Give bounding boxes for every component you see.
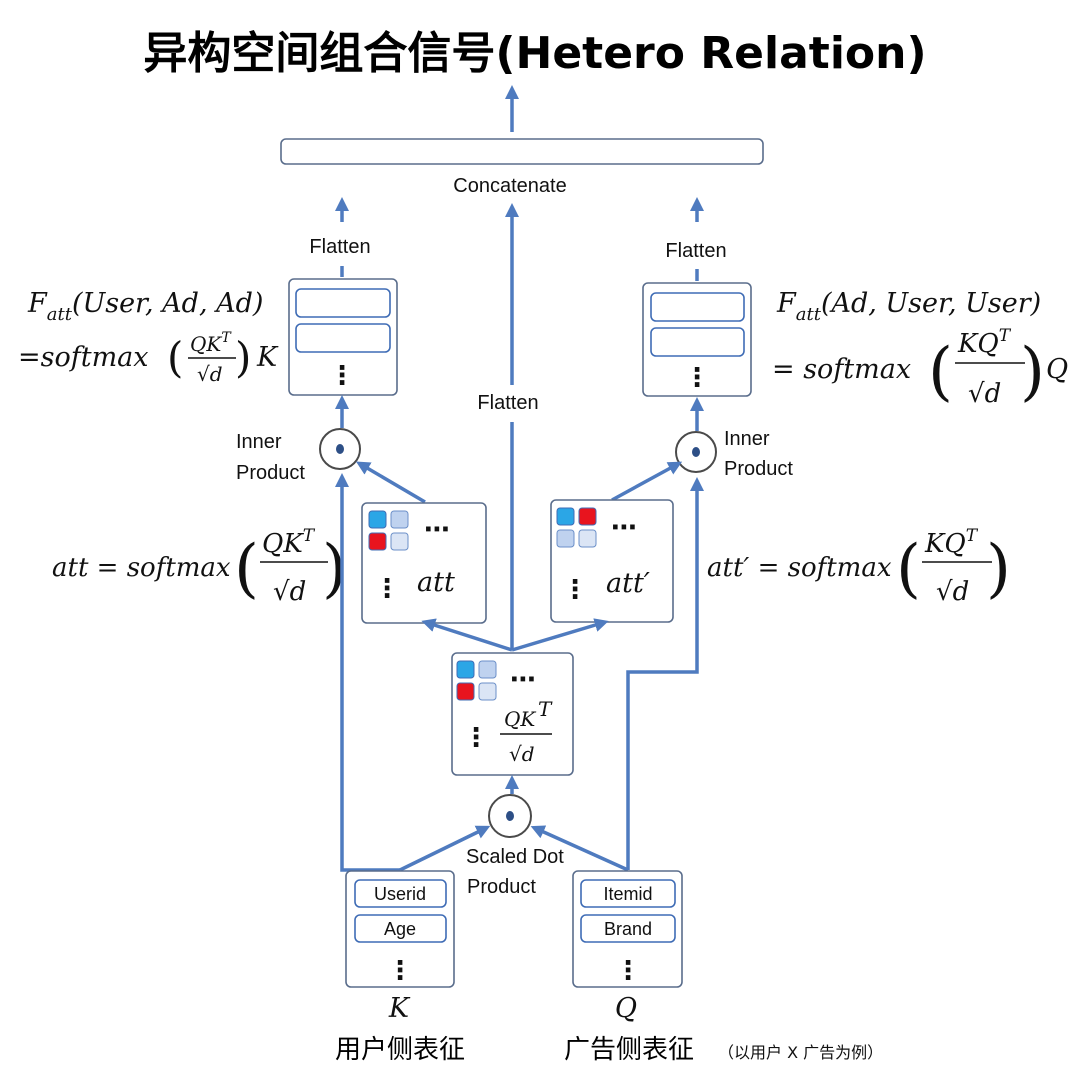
att-prime-to-inner-arrow	[611, 461, 683, 502]
scaled-score-matrix-box: QK T ⋯ √d ⋮	[451, 652, 574, 776]
left-stack-vellipsis: ⋮	[329, 361, 355, 391]
center-to-att-prime-arrow	[511, 618, 609, 652]
ad-key-label: Q	[615, 993, 637, 1024]
svg-text:(: (	[896, 532, 921, 606]
user-field-userid: Userid	[374, 884, 426, 904]
svg-text:(: (	[167, 333, 183, 382]
svg-text:QKT: QKT	[190, 330, 232, 356]
svg-text:√d: √d	[968, 379, 1001, 409]
page-title: 异构空间组合信号(Hetero Relation)	[143, 28, 926, 79]
inner-product-right-dot	[692, 447, 700, 457]
scaled-dot-label-1: Scaled Dot	[466, 846, 564, 868]
att-label: att	[417, 567, 455, 598]
user-field-age: Age	[384, 919, 416, 939]
svg-text:⋯: ⋯	[510, 665, 536, 695]
att-to-inner-arrow	[355, 461, 426, 504]
svg-text:⋮: ⋮	[562, 575, 588, 605]
right-stack-vellipsis: ⋮	[684, 363, 710, 393]
inner-product-left-label-1: Inner	[236, 431, 282, 453]
svg-text:√d: √d	[273, 577, 306, 607]
user-feature-box: Userid Age ⋮	[345, 870, 455, 988]
svg-text:⋮: ⋮	[387, 956, 413, 986]
att-prime-label: att′	[606, 568, 650, 599]
concatenate-bar	[280, 138, 764, 165]
ad-field-brand: Brand	[604, 919, 652, 939]
inner-product-right-label-2: Product	[724, 458, 793, 480]
svg-text:T: T	[538, 697, 553, 721]
right-output-stack: ⋮	[642, 282, 752, 397]
example-note: （以用户 X 广告为例）	[718, 1043, 883, 1062]
svg-text:⋯: ⋯	[611, 513, 637, 543]
svg-text:Fatt(User, Ad, Ad): Fatt(User, Ad, Ad)	[27, 288, 263, 325]
svg-text:QK: QK	[504, 707, 536, 731]
user-key-label: K	[388, 993, 411, 1024]
svg-text:(: (	[928, 335, 953, 409]
flatten-center-label: Flatten	[477, 392, 538, 414]
left-output-stack: ⋮	[288, 278, 398, 396]
svg-text:= softmax: = softmax	[772, 354, 911, 385]
ad-feature-box: Itemid Brand ⋮	[572, 870, 683, 988]
flatten-left-label: Flatten	[309, 236, 370, 258]
att-prime-matrix-box: ⋯ ⋮ att′	[550, 499, 674, 623]
svg-text:): )	[1020, 335, 1045, 409]
scaled-dot-label-2: Product	[467, 876, 536, 898]
svg-text:⋯: ⋯	[424, 515, 450, 545]
hetero-relation-diagram: 异构空间组合信号(Hetero Relation) Concatenate Fl…	[18, 28, 1068, 1065]
att-matrix-box: ⋯ ⋮ att	[361, 502, 487, 624]
svg-text:√d: √d	[509, 742, 535, 766]
ad-field-itemid: Itemid	[603, 884, 652, 904]
svg-text:KQT: KQT	[924, 526, 979, 559]
svg-text:QKT: QKT	[262, 526, 316, 559]
inner-product-right-label-1: Inner	[724, 428, 770, 450]
svg-text:√d: √d	[936, 577, 969, 607]
ad-caption: 广告侧表征	[564, 1035, 694, 1065]
svg-text:Fatt(Ad, User, User): Fatt(Ad, User, User)	[776, 288, 1041, 325]
formula-right: Fatt(Ad, User, User) = softmax ( KQT √d …	[772, 288, 1068, 409]
formula-left: Fatt(User, Ad, Ad) =softmax ( QKT √d ) K	[18, 288, 279, 386]
svg-text:(: (	[234, 532, 259, 606]
formula-att: att = softmax ( QKT √d )	[52, 526, 347, 607]
svg-text:=softmax: =softmax	[18, 342, 149, 373]
svg-text:): )	[986, 532, 1011, 606]
flatten-right-label: Flatten	[665, 240, 726, 262]
svg-text:⋮: ⋮	[615, 956, 641, 986]
concatenate-label: Concatenate	[453, 175, 566, 197]
user-caption: 用户侧表征	[335, 1035, 465, 1065]
center-to-att-arrow	[421, 618, 513, 652]
svg-text:): )	[235, 333, 251, 382]
svg-text:Q: Q	[1046, 354, 1068, 385]
inner-product-left-dot	[336, 444, 344, 454]
scaled-dot-product-dot	[506, 811, 514, 821]
svg-text:att′ = softmax: att′ = softmax	[707, 553, 892, 583]
svg-text:K: K	[256, 342, 279, 373]
inner-product-left-label-2: Product	[236, 462, 305, 484]
svg-text:att = softmax: att = softmax	[52, 553, 231, 583]
formula-att-prime: att′ = softmax ( KQT √d )	[707, 526, 1011, 607]
svg-text:KQT: KQT	[957, 326, 1012, 359]
svg-text:√d: √d	[197, 362, 223, 386]
svg-text:⋮: ⋮	[374, 574, 400, 604]
svg-text:⋮: ⋮	[463, 723, 489, 753]
